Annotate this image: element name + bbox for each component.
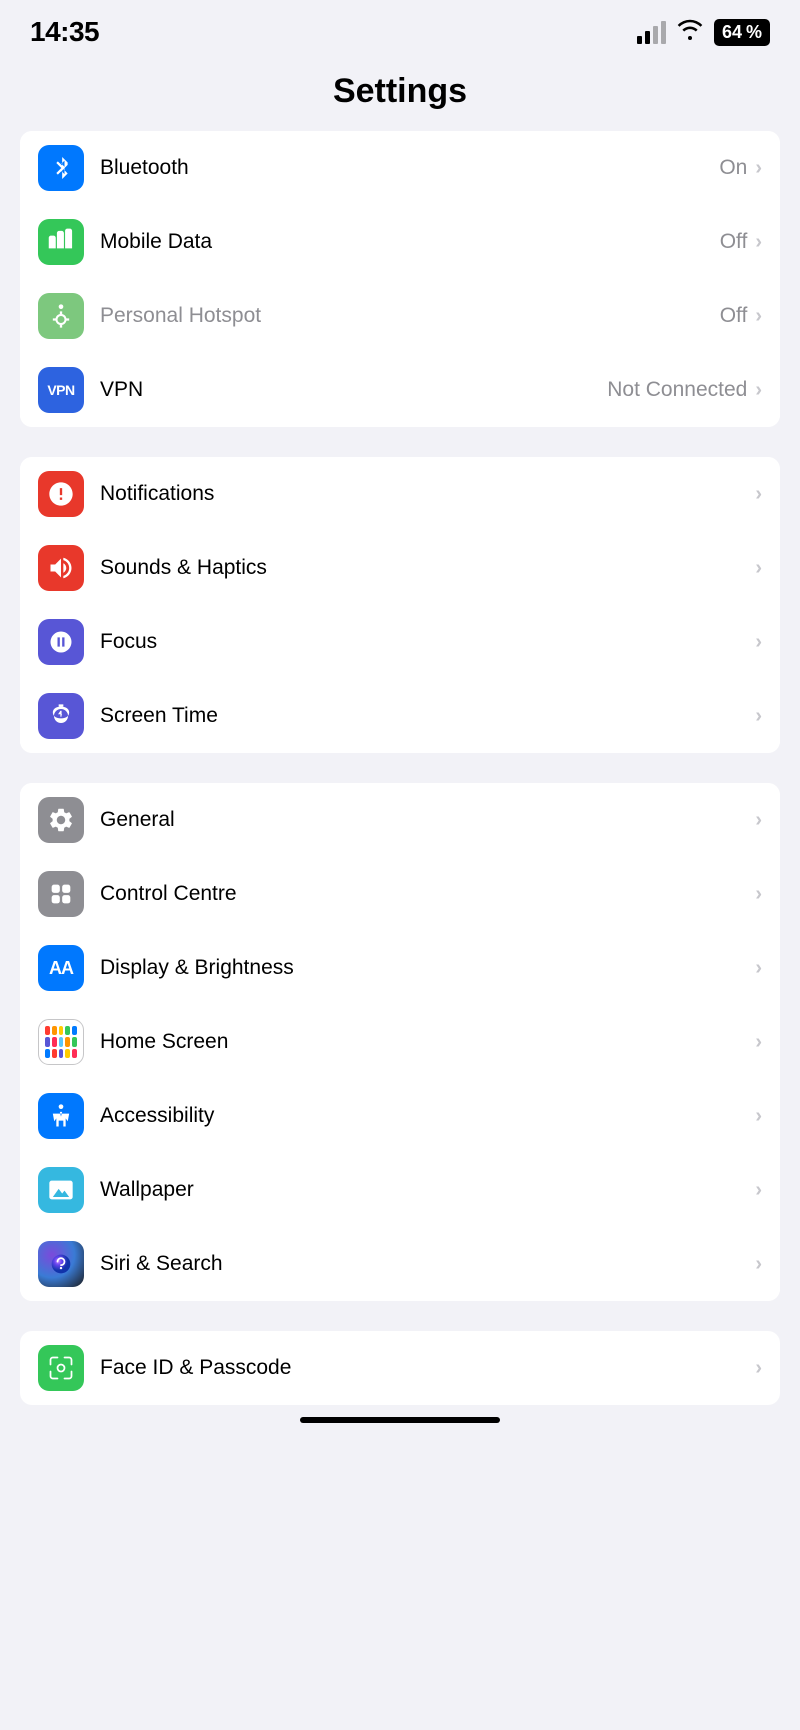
status-bar: 14:35 64 % — [0, 0, 800, 56]
home-bar — [300, 1417, 500, 1423]
general-label: General — [100, 808, 755, 832]
faceid-icon — [38, 1345, 84, 1391]
notifications-row[interactable]: Notifications › — [20, 457, 780, 531]
screen-time-row[interactable]: Screen Time › — [20, 679, 780, 753]
mobile-data-label: Mobile Data — [100, 230, 720, 254]
connectivity-group: Bluetooth On › Mobile Data Off › Persona… — [20, 131, 780, 427]
sounds-label: Sounds & Haptics — [100, 556, 755, 580]
siri-search-chevron: › — [755, 1253, 762, 1276]
battery-icon: 64 % — [714, 19, 770, 46]
hotspot-icon — [38, 293, 84, 339]
mobile-data-chevron: › — [755, 231, 762, 254]
hotspot-chevron: › — [755, 305, 762, 328]
vpn-label: VPN — [100, 378, 607, 402]
focus-row[interactable]: Focus › — [20, 605, 780, 679]
home-screen-chevron: › — [755, 1031, 762, 1054]
faceid-label: Face ID & Passcode — [100, 1356, 755, 1380]
home-screen-label: Home Screen — [100, 1030, 755, 1054]
bluetooth-chevron: › — [755, 157, 762, 180]
home-indicator — [0, 1405, 800, 1443]
accessibility-icon — [38, 1093, 84, 1139]
screen-time-label: Screen Time — [100, 704, 755, 728]
vpn-chevron: › — [755, 379, 762, 402]
display-brightness-row[interactable]: AA Display & Brightness › — [20, 931, 780, 1005]
display-brightness-icon: AA — [38, 945, 84, 991]
notifications-group: Notifications › Sounds & Haptics › Focus… — [20, 457, 780, 753]
display-group: General › Control Centre › AA Display & … — [20, 783, 780, 1301]
screen-time-icon — [38, 693, 84, 739]
notifications-chevron: › — [755, 483, 762, 506]
sounds-row[interactable]: Sounds & Haptics › — [20, 531, 780, 605]
siri-search-icon — [38, 1241, 84, 1287]
notifications-icon — [38, 471, 84, 517]
display-brightness-label: Display & Brightness — [100, 956, 755, 980]
sounds-chevron: › — [755, 557, 762, 580]
sounds-icon — [38, 545, 84, 591]
faceid-row[interactable]: Face ID & Passcode › — [20, 1331, 780, 1405]
siri-search-row[interactable]: Siri & Search › — [20, 1227, 780, 1301]
display-brightness-chevron: › — [755, 957, 762, 980]
status-icons: 64 % — [637, 18, 770, 46]
wallpaper-row[interactable]: Wallpaper › — [20, 1153, 780, 1227]
control-centre-label: Control Centre — [100, 882, 755, 906]
focus-icon — [38, 619, 84, 665]
screen-time-chevron: › — [755, 705, 762, 728]
vpn-icon: VPN — [38, 367, 84, 413]
status-time: 14:35 — [30, 16, 99, 48]
wallpaper-label: Wallpaper — [100, 1178, 755, 1202]
hotspot-row[interactable]: Personal Hotspot Off › — [20, 279, 780, 353]
hotspot-label: Personal Hotspot — [100, 304, 720, 328]
general-icon — [38, 797, 84, 843]
home-screen-row[interactable]: Home Screen › — [20, 1005, 780, 1079]
siri-search-label: Siri & Search — [100, 1252, 755, 1276]
signal-icon — [637, 21, 666, 44]
home-screen-icon — [38, 1019, 84, 1065]
accessibility-chevron: › — [755, 1105, 762, 1128]
battery-level: 64 — [722, 22, 742, 43]
vpn-row[interactable]: VPN VPN Not Connected › — [20, 353, 780, 427]
hotspot-value: Off — [720, 304, 748, 328]
bluetooth-icon — [38, 145, 84, 191]
notifications-label: Notifications — [100, 482, 755, 506]
general-chevron: › — [755, 809, 762, 832]
bluetooth-label: Bluetooth — [100, 156, 719, 180]
mobile-data-value: Off — [720, 230, 748, 254]
control-centre-row[interactable]: Control Centre › — [20, 857, 780, 931]
vpn-value: Not Connected — [607, 378, 747, 402]
wallpaper-icon — [38, 1167, 84, 1213]
page-title: Settings — [0, 56, 800, 131]
control-centre-icon — [38, 871, 84, 917]
bluetooth-value: On — [719, 156, 747, 180]
focus-label: Focus — [100, 630, 755, 654]
control-centre-chevron: › — [755, 883, 762, 906]
accessibility-label: Accessibility — [100, 1104, 755, 1128]
wallpaper-chevron: › — [755, 1179, 762, 1202]
focus-chevron: › — [755, 631, 762, 654]
wifi-icon — [676, 18, 704, 46]
faceid-group: Face ID & Passcode › — [20, 1331, 780, 1405]
mobile-data-icon — [38, 219, 84, 265]
bluetooth-row[interactable]: Bluetooth On › — [20, 131, 780, 205]
faceid-chevron: › — [755, 1357, 762, 1380]
general-row[interactable]: General › — [20, 783, 780, 857]
accessibility-row[interactable]: Accessibility › — [20, 1079, 780, 1153]
mobile-data-row[interactable]: Mobile Data Off › — [20, 205, 780, 279]
